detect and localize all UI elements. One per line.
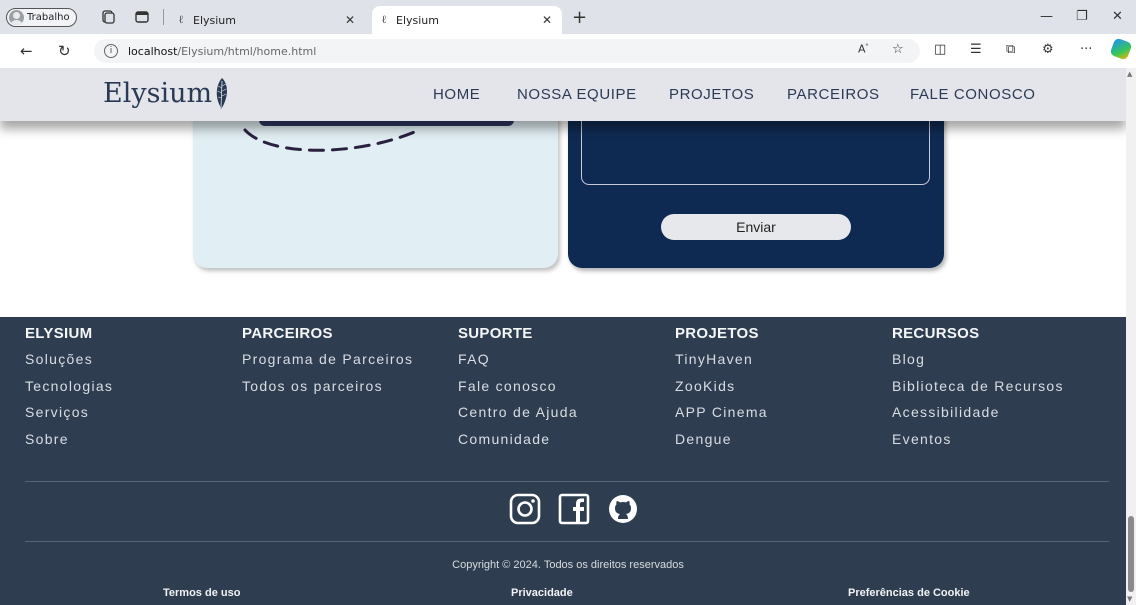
page-scrollbar[interactable]: ▲ ▼ — [1126, 68, 1136, 605]
send-button[interactable]: Enviar — [661, 214, 851, 240]
footer-link[interactable]: Biblioteca de Recursos — [892, 378, 1064, 405]
elysium-favicon-icon: ℓ — [381, 13, 387, 26]
privacy-link[interactable]: Privacidade — [511, 587, 573, 599]
contact-form-card: Enviar — [568, 108, 944, 268]
close-tab-icon[interactable]: ✕ — [345, 13, 355, 27]
nav-home[interactable]: HOME — [433, 86, 480, 103]
footer-link[interactable]: TinyHaven — [675, 351, 768, 378]
footer-link[interactable]: Sobre — [25, 431, 113, 458]
footer-link[interactable]: Comunidade — [458, 431, 578, 458]
footer-column-elysium: ELYSIUM Soluções Tecnologias Serviços So… — [25, 325, 113, 457]
footer-link[interactable]: Centro de Ajuda — [458, 404, 578, 431]
back-icon[interactable]: ← — [20, 42, 33, 60]
tab-title: Elysium — [193, 13, 236, 27]
collections-icon[interactable]: ⧉ — [1006, 42, 1015, 57]
extensions-icon[interactable]: ⚙ — [1042, 42, 1054, 57]
split-screen-icon[interactable]: ◫ — [934, 42, 946, 57]
social-links — [509, 493, 639, 525]
profile-button[interactable]: Trabalho — [6, 8, 77, 27]
close-tab-icon[interactable]: ✕ — [542, 13, 552, 27]
illustration-card — [193, 108, 558, 268]
github-icon[interactable] — [607, 493, 639, 525]
footer-link[interactable]: Dengue — [675, 431, 768, 458]
tab-actions-icon[interactable] — [134, 9, 150, 25]
more-icon[interactable]: ··· — [1080, 42, 1092, 57]
dashed-curve-decoration — [243, 128, 421, 152]
favorite-star-icon[interactable]: ☆ — [892, 42, 904, 57]
close-window-icon[interactable]: ✕ — [1112, 9, 1123, 24]
footer-link[interactable]: Programa de Parceiros — [242, 351, 413, 378]
footer-link[interactable]: Serviços — [25, 404, 113, 431]
browser-tab-bar: Trabalho ℓ Elysium ✕ ℓ Elysium ✕ + — ❐ ✕ — [0, 0, 1136, 34]
refresh-icon[interactable]: ↻ — [58, 42, 71, 60]
footer-divider — [25, 541, 1109, 542]
read-aloud-icon[interactable]: Aᵃ — [858, 42, 868, 56]
site-header: Elysium HOME NOSSA EQUIPE PROJETOS PARCE… — [0, 68, 1126, 121]
footer-link[interactable]: Todos os parceiros — [242, 378, 413, 405]
footer-link[interactable]: ZooKids — [675, 378, 768, 405]
tab-separator — [163, 9, 164, 25]
footer-link[interactable]: Soluções — [25, 351, 113, 378]
cookie-preferences-link[interactable]: Preferências de Cookie — [848, 587, 970, 599]
footer-column-title: PARCEIROS — [242, 325, 333, 342]
profile-avatar-icon — [9, 10, 24, 25]
site-footer: ELYSIUM Soluções Tecnologias Serviços So… — [0, 317, 1126, 605]
scroll-thumb[interactable] — [1128, 516, 1134, 592]
footer-column-recursos: RECURSOS Blog Biblioteca de Recursos Ace… — [892, 325, 1064, 457]
footer-link[interactable]: Eventos — [892, 431, 1064, 458]
tab-elysium-active[interactable]: ℓ Elysium ✕ — [372, 6, 562, 34]
site-logo[interactable]: Elysium — [103, 76, 230, 110]
browser-address-bar: ← ↻ i localhost/Elysium/html/home.html A… — [0, 34, 1136, 68]
footer-link[interactable]: Fale conosco — [458, 378, 578, 405]
feather-icon — [216, 78, 228, 109]
copyright-text: Copyright © 2024. Todos os direitos rese… — [452, 559, 684, 571]
elysium-favicon-icon: ℓ — [178, 13, 184, 26]
footer-divider — [25, 481, 1109, 482]
page-viewport: Elysium HOME NOSSA EQUIPE PROJETOS PARCE… — [0, 68, 1126, 605]
profile-label: Trabalho — [27, 12, 70, 23]
nav-parceiros[interactable]: PARCEIROS — [787, 86, 880, 103]
instagram-icon[interactable] — [509, 493, 541, 525]
footer-link[interactable]: APP Cinema — [675, 404, 768, 431]
info-icon[interactable]: i — [104, 44, 118, 58]
footer-column-title: RECURSOS — [892, 325, 980, 342]
footer-column-title: SUPORTE — [458, 325, 533, 342]
footer-link[interactable]: FAQ — [458, 351, 578, 378]
tab-title: Elysium — [396, 13, 439, 27]
url-host: localhost — [128, 44, 178, 58]
footer-column-title: ELYSIUM — [25, 325, 93, 342]
scroll-down-icon[interactable]: ▼ — [1127, 595, 1132, 603]
tab-elysium-inactive[interactable]: ℓ Elysium ✕ — [175, 6, 365, 34]
restore-icon[interactable]: ❐ — [1076, 9, 1088, 24]
facebook-icon[interactable] — [558, 493, 590, 525]
footer-column-projetos: PROJETOS TinyHaven ZooKids APP Cinema De… — [675, 325, 768, 457]
favorites-icon[interactable]: ☰ — [970, 42, 982, 57]
footer-column-title: PROJETOS — [675, 325, 759, 342]
nav-fale-conosco[interactable]: FALE CONOSCO — [910, 86, 1036, 103]
new-tab-icon[interactable]: + — [572, 7, 587, 28]
nav-projetos[interactable]: PROJETOS — [669, 86, 754, 103]
footer-link[interactable]: Acessibilidade — [892, 404, 1064, 431]
footer-column-parceiros: PARCEIROS Programa de Parceiros Todos os… — [242, 325, 413, 404]
footer-column-suporte: SUPORTE FAQ Fale conosco Centro de Ajuda… — [458, 325, 578, 457]
footer-link[interactable]: Blog — [892, 351, 1064, 378]
url-path: /Elysium/html/home.html — [177, 44, 317, 58]
terms-link[interactable]: Termos de uso — [163, 587, 240, 599]
scroll-up-icon[interactable]: ▲ — [1127, 70, 1132, 78]
logo-text: Elysium — [103, 77, 213, 109]
workspaces-icon[interactable] — [100, 9, 116, 25]
nav-nossa-equipe[interactable]: NOSSA EQUIPE — [517, 86, 637, 103]
url-field[interactable]: i localhost/Elysium/html/home.html — [94, 39, 920, 63]
minimize-icon[interactable]: — — [1040, 9, 1053, 24]
footer-link[interactable]: Tecnologias — [25, 378, 113, 405]
